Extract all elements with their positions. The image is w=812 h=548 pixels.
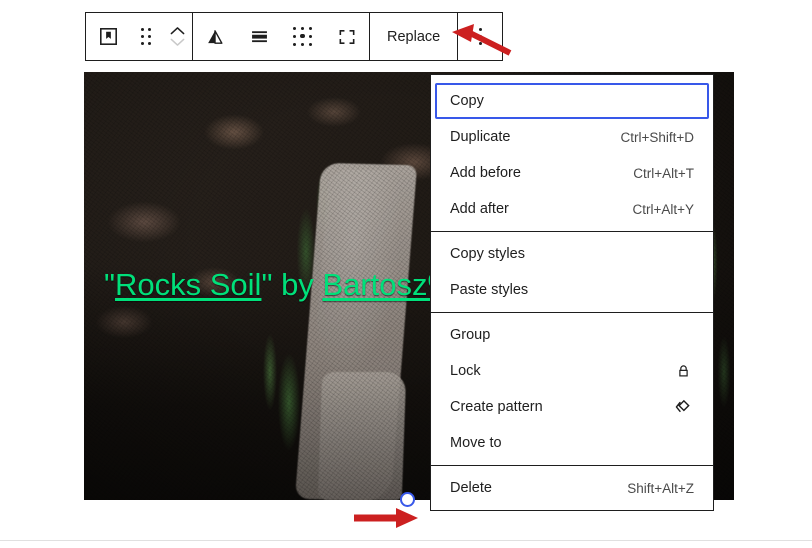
menu-item-label: Group <box>450 327 491 343</box>
menu-item-paste-styles[interactable]: Paste styles <box>435 272 709 308</box>
caption-quote-open: " <box>104 267 116 302</box>
menu-item-label: Move to <box>450 435 502 451</box>
menu-item-label: Delete <box>450 480 492 496</box>
menu-section: Copy Duplicate Ctrl+Shift+D Add before C… <box>431 79 713 231</box>
align-button[interactable] <box>193 13 237 60</box>
menu-item-move-to[interactable]: Move to <box>435 425 709 461</box>
full-height-button[interactable] <box>325 13 369 60</box>
menu-item-group[interactable]: Group <box>435 317 709 353</box>
drag-handle-icon <box>140 27 152 46</box>
menu-item-label: Duplicate <box>450 129 511 145</box>
menu-item-label: Paste styles <box>450 282 529 298</box>
caption-link-title[interactable]: Rocks Soil <box>115 267 261 302</box>
caption-middle: " by <box>261 267 323 302</box>
menu-item-label: Create pattern <box>450 399 543 415</box>
menu-item-copy[interactable]: Copy <box>435 83 709 119</box>
content-position-button[interactable] <box>237 13 281 60</box>
menu-section: Group Lock Create pattern Move to <box>431 312 713 465</box>
cover-block-icon-button[interactable] <box>86 13 130 60</box>
menu-section: Delete Shift+Alt+Z <box>431 465 713 510</box>
more-vertical-icon <box>478 28 482 45</box>
toolbar-group-block <box>86 13 192 60</box>
block-mover-button[interactable] <box>162 13 192 60</box>
cover-caption[interactable]: "Rocks Soil" by Bartosz% <box>104 267 455 303</box>
menu-item-label: Copy styles <box>450 246 525 262</box>
resize-handle[interactable] <box>400 492 415 507</box>
menu-item-delete[interactable]: Delete Shift+Alt+Z <box>435 470 709 506</box>
menu-item-label: Add before <box>450 165 521 181</box>
editor-canvas: "Rocks Soil" by Bartosz% Replace Copy Du… <box>0 0 812 548</box>
options-button[interactable] <box>458 13 502 60</box>
content-position-icon <box>249 26 270 47</box>
toolbar-group-settings <box>193 13 369 60</box>
menu-item-shortcut: Shift+Alt+Z <box>627 480 694 496</box>
menu-item-create-pattern[interactable]: Create pattern <box>435 389 709 425</box>
menu-item-label: Copy <box>450 93 484 109</box>
focal-point-icon <box>293 26 313 47</box>
replace-button[interactable]: Replace <box>370 13 457 60</box>
menu-section: Copy styles Paste styles <box>431 231 713 312</box>
menu-item-label: Lock <box>450 363 481 379</box>
block-toolbar: Replace <box>85 12 504 61</box>
menu-item-shortcut: Ctrl+Alt+T <box>633 165 694 181</box>
menu-item-add-after[interactable]: Add after Ctrl+Alt+Y <box>435 191 709 227</box>
pattern-icon <box>672 397 694 417</box>
fullscreen-brackets-icon <box>337 27 357 47</box>
chevron-down-icon[interactable] <box>170 38 185 47</box>
drag-handle-button[interactable] <box>130 13 162 60</box>
menu-item-add-before[interactable]: Add before Ctrl+Alt+T <box>435 155 709 191</box>
menu-item-lock[interactable]: Lock <box>435 353 709 389</box>
menu-item-duplicate[interactable]: Duplicate Ctrl+Shift+D <box>435 119 709 155</box>
page-bottom-divider <box>0 540 812 541</box>
align-triangle-icon <box>205 27 225 47</box>
cover-block-icon <box>98 26 119 47</box>
menu-item-copy-styles[interactable]: Copy styles <box>435 236 709 272</box>
lock-icon <box>672 363 694 380</box>
annotation-arrow-resize-handle <box>352 505 422 536</box>
menu-item-shortcut: Ctrl+Shift+D <box>620 129 694 145</box>
focal-point-button[interactable] <box>281 13 325 60</box>
chevron-up-icon[interactable] <box>170 26 185 35</box>
menu-item-shortcut: Ctrl+Alt+Y <box>632 201 694 217</box>
block-options-menu: Copy Duplicate Ctrl+Shift+D Add before C… <box>430 74 714 511</box>
menu-item-label: Add after <box>450 201 509 217</box>
